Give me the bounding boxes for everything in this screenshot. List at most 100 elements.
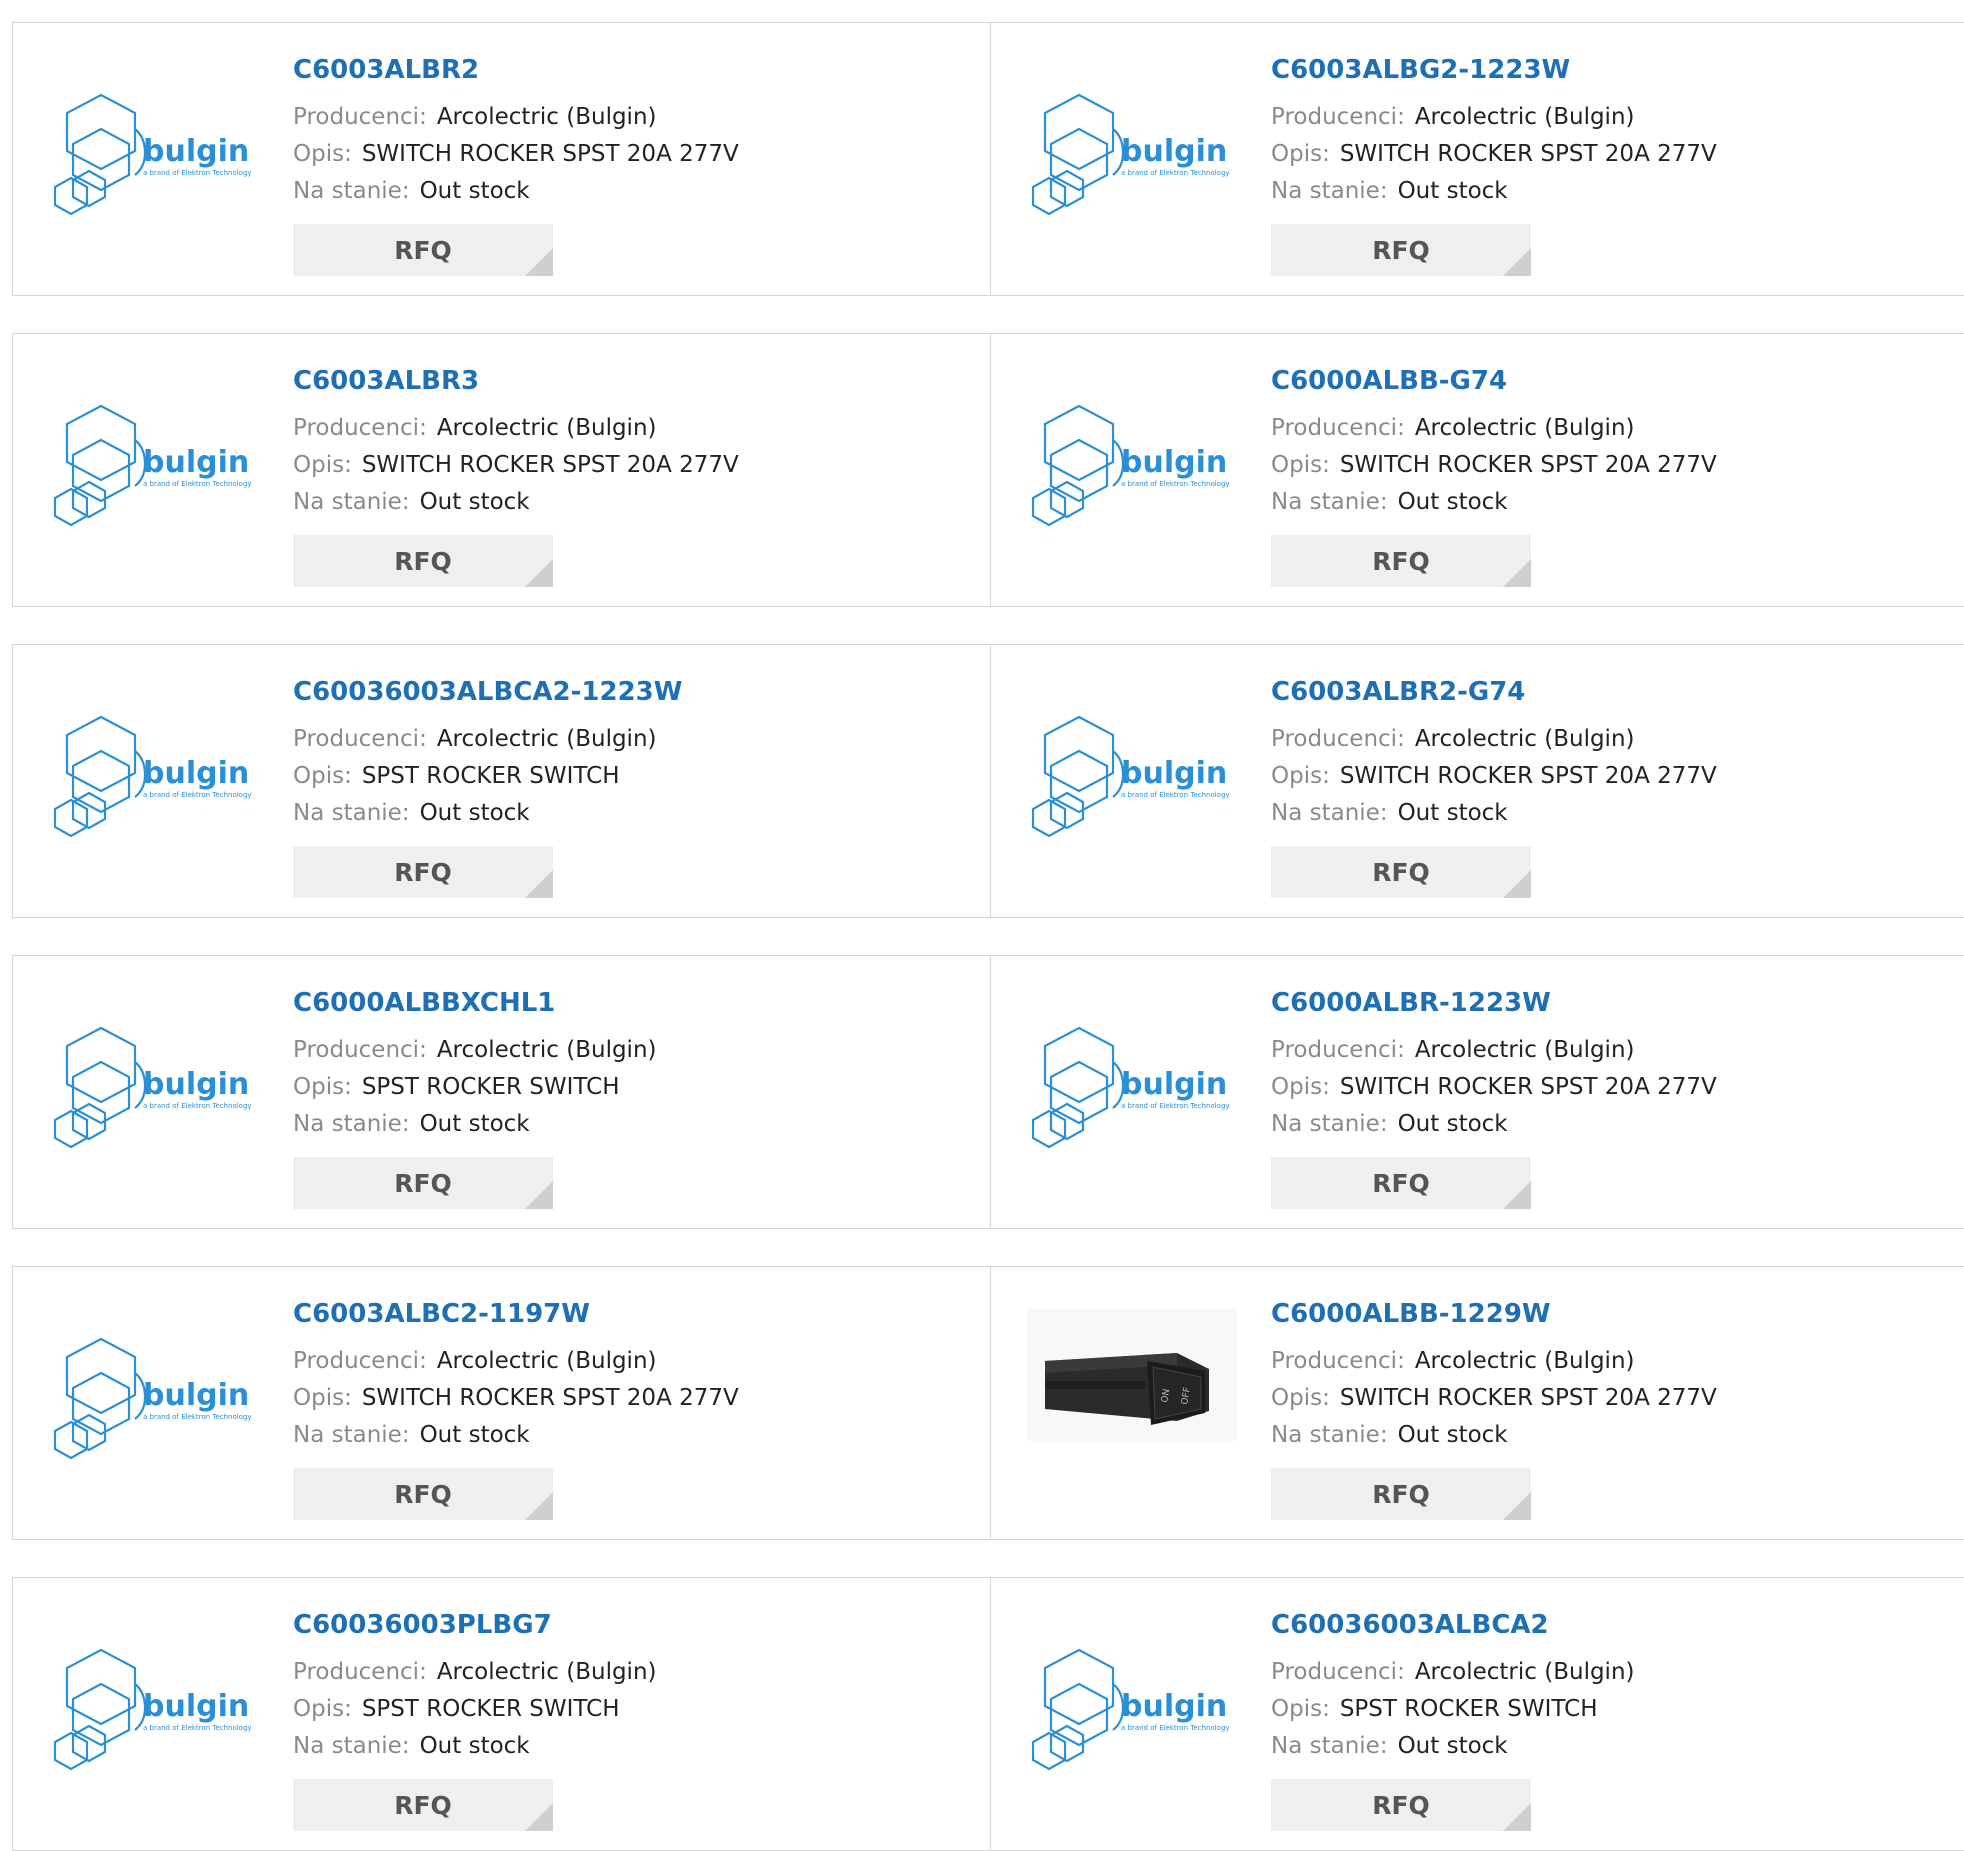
bulgin-logo-icon: bulgin a brand of Elektron Technology [53, 1337, 252, 1460]
rfq-button[interactable]: RFQ [1271, 1779, 1531, 1831]
part-number-link[interactable]: C6003ALBC2-1197W [293, 1297, 739, 1331]
stock-value: Out stock [1397, 1111, 1508, 1137]
description-label: Opis: [1271, 1385, 1330, 1411]
product-row: bulgin a brand of Elektron Technology C6… [12, 22, 1964, 296]
manufacturer-value: Arcolectric (Bulgin) [1414, 1659, 1635, 1685]
description-row: Opis: SWITCH ROCKER SPST 20A 277V [293, 136, 739, 173]
logo-name: bulgin [1121, 1067, 1227, 1102]
logo-tagline: a brand of Elektron Technology [1121, 169, 1230, 177]
stock-value: Out stock [419, 489, 530, 515]
stock-value: Out stock [419, 800, 530, 826]
product-image[interactable]: bulgin a brand of Elektron Technology [1027, 89, 1237, 221]
description-value: SWITCH ROCKER SPST 20A 277V [361, 141, 739, 167]
part-number-link[interactable]: C6003ALBR3 [293, 364, 739, 398]
rfq-button[interactable]: RFQ [293, 1157, 553, 1209]
corner-triangle-icon [525, 559, 553, 587]
logo-tagline: a brand of Elektron Technology [143, 169, 252, 177]
stock-row: Na stanie: Out stock [1271, 1728, 1635, 1765]
part-number-link[interactable]: C6003ALBR2-G74 [1271, 675, 1717, 709]
product-image[interactable]: bulgin a brand of Elektron Technology [1027, 400, 1237, 532]
corner-triangle-icon [1503, 559, 1531, 587]
part-number-link[interactable]: C60036003ALBCA2-1223W [293, 675, 682, 709]
manufacturer-value: Arcolectric (Bulgin) [1414, 726, 1635, 752]
product-card: bulgin a brand of Elektron Technology C6… [990, 1578, 1964, 1850]
rfq-button-label: RFQ [394, 1790, 452, 1820]
stock-value: Out stock [1397, 178, 1508, 204]
stock-label: Na stanie: [1271, 1111, 1388, 1137]
description-value: SWITCH ROCKER SPST 20A 277V [1339, 763, 1717, 789]
bulgin-logo-icon: bulgin a brand of Elektron Technology [1031, 1026, 1230, 1149]
rfq-button[interactable]: RFQ [1271, 1157, 1531, 1209]
manufacturer-value: Arcolectric (Bulgin) [436, 1348, 657, 1374]
logo-tagline: a brand of Elektron Technology [1121, 1724, 1230, 1732]
stock-label: Na stanie: [293, 1733, 410, 1759]
description-value: SWITCH ROCKER SPST 20A 277V [1339, 1385, 1717, 1411]
part-number-link[interactable]: C6000ALBBXCHL1 [293, 986, 657, 1020]
rfq-button[interactable]: RFQ [293, 1779, 553, 1831]
product-row: bulgin a brand of Elektron Technology C6… [12, 1577, 1964, 1851]
rfq-button-label: RFQ [1372, 546, 1430, 576]
product-card: ON OFF C6000ALBB-1229W Producenci: Arcole… [990, 1267, 1964, 1539]
product-image[interactable]: bulgin a brand of Elektron Technology [49, 400, 259, 532]
product-row: bulgin a brand of Elektron Technology C6… [12, 644, 1964, 918]
rfq-button[interactable]: RFQ [1271, 224, 1531, 276]
product-image[interactable]: bulgin a brand of Elektron Technology [49, 1022, 259, 1154]
part-number-link[interactable]: C6000ALBB-G74 [1271, 364, 1717, 398]
manufacturer-value: Arcolectric (Bulgin) [1414, 104, 1635, 130]
manufacturer-label: Producenci: [293, 104, 427, 130]
stock-value: Out stock [1397, 489, 1508, 515]
corner-triangle-icon [1503, 1803, 1531, 1831]
stock-row: Na stanie: Out stock [293, 1728, 657, 1765]
product-image[interactable]: bulgin a brand of Elektron Technology [49, 711, 259, 843]
manufacturer-value: Arcolectric (Bulgin) [436, 1659, 657, 1685]
product-info: C6003ALBR2-G74 Producenci: Arcolectric (B… [1271, 675, 1717, 898]
product-image[interactable]: bulgin a brand of Elektron Technology [49, 1333, 259, 1465]
rfq-button-label: RFQ [394, 1168, 452, 1198]
manufacturer-label: Producenci: [1271, 726, 1405, 752]
product-card: bulgin a brand of Elektron Technology C6… [12, 23, 990, 295]
rfq-button-label: RFQ [1372, 857, 1430, 887]
rfq-button[interactable]: RFQ [1271, 535, 1531, 587]
rfq-button[interactable]: RFQ [293, 846, 553, 898]
rfq-button[interactable]: RFQ [1271, 846, 1531, 898]
rfq-button[interactable]: RFQ [293, 224, 553, 276]
rfq-button[interactable]: RFQ [1271, 1468, 1531, 1520]
description-row: Opis: SPST ROCKER SWITCH [293, 758, 682, 795]
bulgin-logo-icon: bulgin a brand of Elektron Technology [53, 1026, 252, 1149]
stock-row: Na stanie: Out stock [1271, 1106, 1717, 1143]
part-number-link[interactable]: C60036003ALBCA2 [1271, 1608, 1635, 1642]
stock-row: Na stanie: Out stock [1271, 795, 1717, 832]
manufacturer-row: Producenci: Arcolectric (Bulgin) [1271, 410, 1717, 447]
description-label: Opis: [293, 1696, 352, 1722]
description-row: Opis: SWITCH ROCKER SPST 20A 277V [1271, 758, 1717, 795]
product-info: C6000ALBB-1229W Producenci: Arcolectric (… [1271, 1297, 1717, 1520]
stock-label: Na stanie: [293, 800, 410, 826]
product-image[interactable]: bulgin a brand of Elektron Technology [49, 89, 259, 221]
rfq-button-label: RFQ [394, 1479, 452, 1509]
product-image[interactable]: bulgin a brand of Elektron Technology [1027, 1022, 1237, 1154]
product-image[interactable]: bulgin a brand of Elektron Technology [1027, 711, 1237, 843]
manufacturer-value: Arcolectric (Bulgin) [436, 1037, 657, 1063]
part-number-link[interactable]: C6003ALBR2 [293, 53, 739, 87]
part-number-link[interactable]: C6003ALBG2-1223W [1271, 53, 1717, 87]
part-number-link[interactable]: C6000ALBB-1229W [1271, 1297, 1717, 1331]
corner-triangle-icon [525, 870, 553, 898]
product-info: C6003ALBR3 Producenci: Arcolectric (Bulgi… [293, 364, 739, 587]
product-image[interactable]: ON OFF [1027, 1309, 1237, 1441]
part-number-link[interactable]: C6000ALBR-1223W [1271, 986, 1717, 1020]
logo-name: bulgin [1121, 134, 1227, 169]
rocker-switch-photo-icon: ON OFF [1027, 1309, 1237, 1441]
manufacturer-row: Producenci: Arcolectric (Bulgin) [293, 721, 682, 758]
product-image[interactable]: bulgin a brand of Elektron Technology [49, 1644, 259, 1776]
product-image[interactable]: bulgin a brand of Elektron Technology [1027, 1644, 1237, 1776]
manufacturer-label: Producenci: [1271, 1659, 1405, 1685]
rfq-button[interactable]: RFQ [293, 1468, 553, 1520]
description-row: Opis: SPST ROCKER SWITCH [293, 1691, 657, 1728]
rfq-button[interactable]: RFQ [293, 535, 553, 587]
rfq-button-label: RFQ [394, 235, 452, 265]
description-value: SPST ROCKER SWITCH [361, 1074, 620, 1100]
manufacturer-row: Producenci: Arcolectric (Bulgin) [293, 1654, 657, 1691]
part-number-link[interactable]: C60036003PLBG7 [293, 1608, 657, 1642]
product-info: C6000ALBBXCHL1 Producenci: Arcolectric (B… [293, 986, 657, 1209]
product-info: C60036003ALBCA2 Producenci: Arcolectric (… [1271, 1608, 1635, 1831]
